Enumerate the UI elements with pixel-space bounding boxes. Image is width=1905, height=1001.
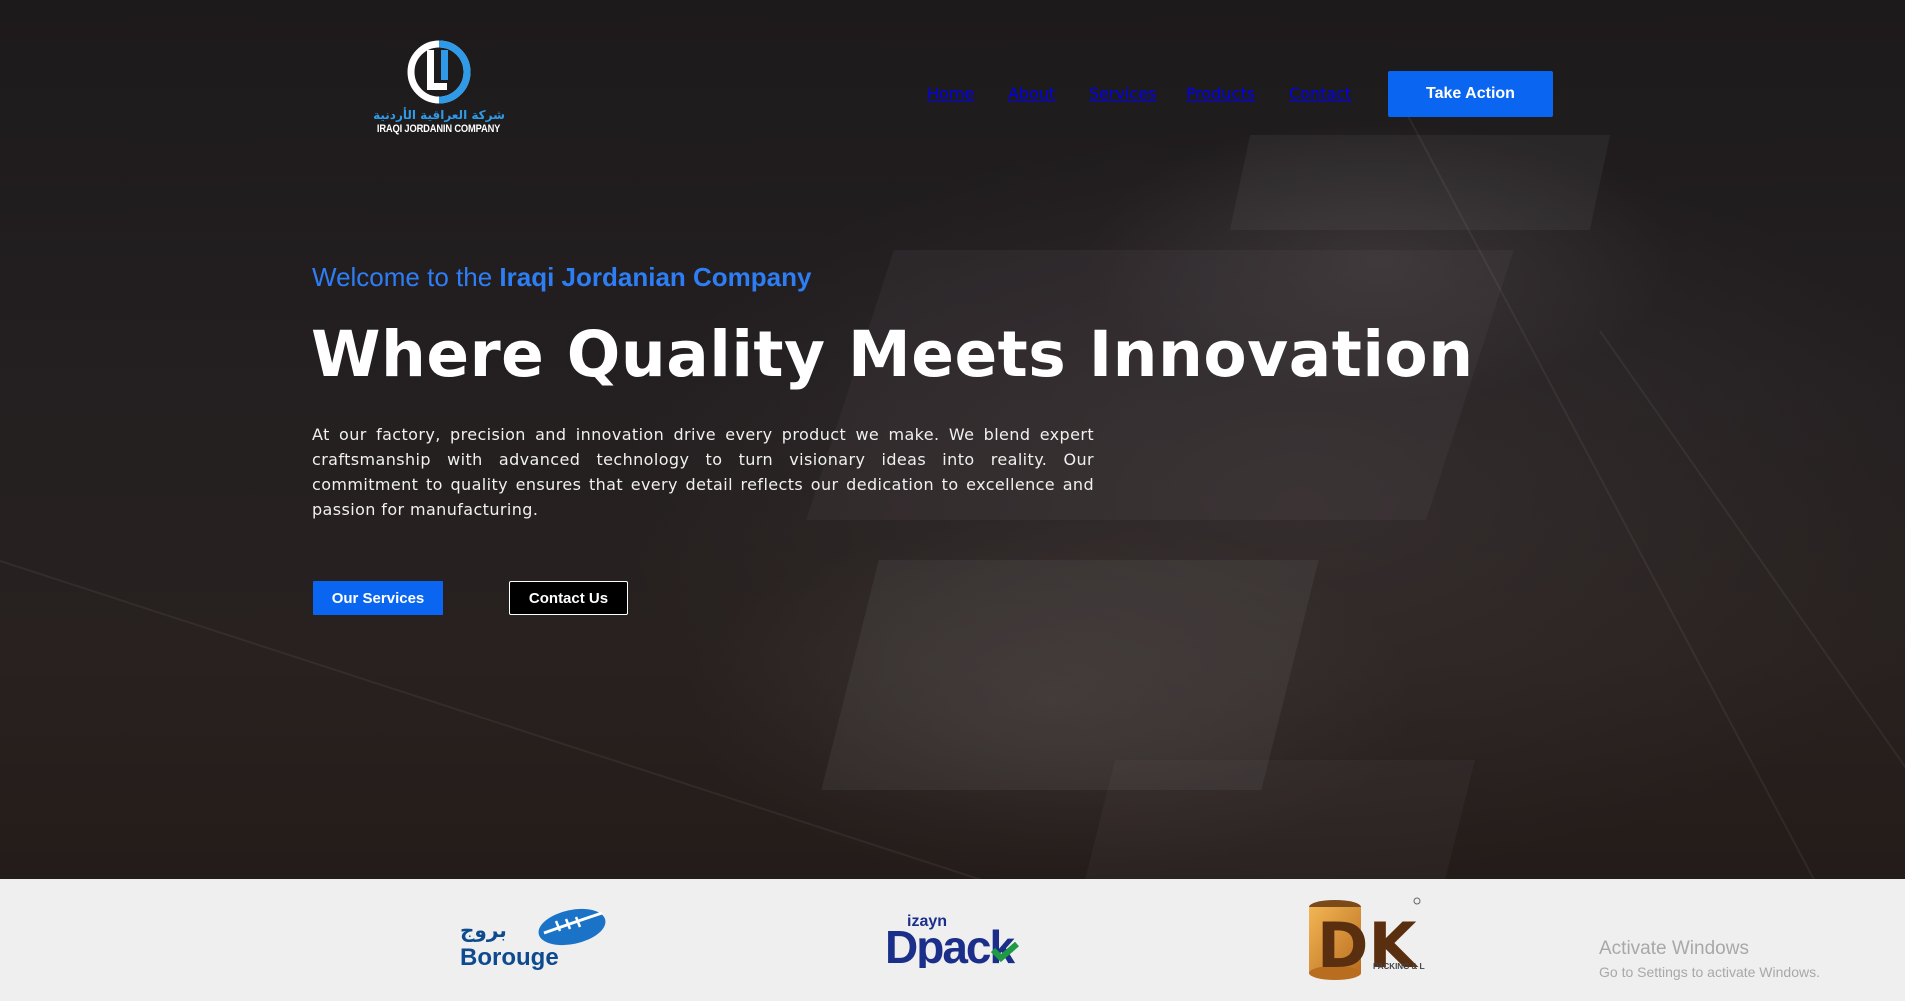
borouge-arabic: بروج	[460, 918, 507, 942]
hero-description: At our factory, precision and innovation…	[312, 425, 1094, 519]
nav-about[interactable]: About	[1008, 84, 1055, 103]
hero-headline: Where Quality Meets Innovation	[311, 318, 1474, 391]
partner-logo-dpack: izayn Dpack	[885, 908, 1025, 973]
dpack-name: Dpack	[885, 921, 1015, 968]
watermark-subtitle: Go to Settings to activate Windows.	[1599, 964, 1820, 980]
welcome-line: Welcome to the Iraqi Jordanian Company	[312, 262, 811, 293]
logo-english-name: IRAQI JORDANIN COMPANY	[377, 123, 501, 135]
activate-windows-watermark: Activate Windows Go to Settings to activ…	[1599, 938, 1820, 980]
background-building	[1085, 760, 1475, 879]
background-building	[1229, 135, 1611, 230]
watermark-title: Activate Windows	[1599, 938, 1749, 959]
company-logo[interactable]: شركة العراقية الأردنية IRAQI JORDANIN CO…	[373, 38, 505, 148]
contact-us-button[interactable]: Contact Us	[509, 581, 628, 615]
nav-services[interactable]: Services	[1089, 84, 1156, 103]
welcome-prefix: Welcome to the	[312, 262, 493, 292]
background-road	[1599, 330, 1905, 879]
logo-mark-icon	[407, 40, 471, 104]
dk-letters: DK	[1317, 909, 1418, 982]
hero-section: شركة العراقية الأردنية IRAQI JORDANIN CO…	[0, 0, 1905, 879]
dk-subtitle: PACKING & LABEL	[1373, 962, 1425, 971]
background-building	[821, 560, 1319, 790]
nav-home[interactable]: Home	[927, 84, 974, 103]
borouge-name: Borouge	[460, 944, 559, 971]
partner-logo-borouge: بروج Borouge	[460, 903, 610, 975]
take-action-button[interactable]: Take Action	[1388, 71, 1553, 117]
nav-products[interactable]: Products	[1186, 84, 1255, 103]
our-services-button[interactable]: Our Services	[313, 581, 443, 615]
partner-logo-dk: DK PACKING & LABEL	[1305, 895, 1446, 983]
welcome-company: Iraqi Jordanian Company	[499, 262, 812, 292]
logo-arabic-name: شركة العراقية الأردنية	[373, 108, 505, 122]
nav-contact[interactable]: Contact	[1289, 84, 1351, 103]
